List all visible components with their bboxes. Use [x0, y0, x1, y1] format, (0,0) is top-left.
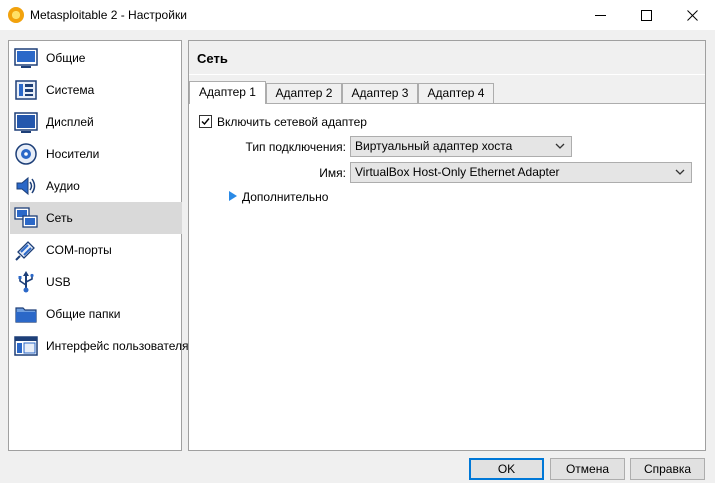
close-icon [686, 9, 698, 21]
adapter-tab-panel: Включить сетевой адаптер Тип подключения… [189, 103, 705, 450]
sidebar-item-label: Сеть [46, 211, 73, 225]
audio-icon [16, 176, 36, 196]
usb-icon [18, 271, 34, 293]
settings-sidebar: Общие Система Дисплей Носители Аудио Сет… [8, 40, 189, 451]
serial-ports-icon [15, 241, 35, 261]
maximize-button[interactable] [623, 0, 669, 30]
attached-to-select[interactable]: Виртуальный адаптер хоста [350, 136, 572, 157]
expand-arrow-icon[interactable] [229, 191, 237, 201]
sidebar-item-label: COM-порты [46, 243, 112, 257]
system-icon [15, 80, 37, 100]
cancel-button[interactable]: Отмена [550, 458, 625, 480]
sidebar-item-general[interactable]: Общие [10, 42, 182, 74]
attached-to-label: Тип подключения: [245, 140, 346, 154]
sidebar-item-label: Система [46, 83, 95, 97]
sidebar-item-shared-folders[interactable]: Общие папки [10, 298, 182, 330]
sidebar-item-label: Носители [46, 147, 100, 161]
sidebar-item-system[interactable]: Система [10, 74, 182, 106]
minimize-icon [594, 14, 606, 16]
settings-page: Сеть Адаптер 1 Адаптер 2 Адаптер 3 Адапт… [188, 40, 706, 451]
sidebar-item-display[interactable]: Дисплей [10, 106, 182, 138]
sidebar-item-label: USB [46, 275, 71, 289]
tab-adapter-2[interactable]: Адаптер 2 [266, 83, 342, 103]
sidebar-item-storage[interactable]: Носители [10, 138, 182, 170]
user-interface-icon [14, 336, 38, 356]
close-button[interactable] [669, 0, 715, 30]
title-bar: Metasploitable 2 - Настройки [0, 0, 715, 30]
help-button[interactable]: Справка [630, 458, 705, 480]
maximize-icon [640, 9, 652, 21]
chevron-down-icon [555, 143, 565, 149]
title-divider [189, 74, 705, 75]
sidebar-item-usb[interactable]: USB [10, 266, 182, 298]
advanced-toggle[interactable]: Дополнительно [242, 190, 328, 204]
tab-adapter-1[interactable]: Адаптер 1 [189, 81, 266, 104]
sidebar-item-label: Дисплей [46, 115, 94, 129]
sidebar-item-network[interactable]: Сеть [10, 202, 182, 234]
page-title: Сеть [197, 51, 228, 66]
tab-adapter-3[interactable]: Адаптер 3 [342, 83, 418, 103]
name-label: Имя: [319, 166, 346, 180]
enable-adapter-label[interactable]: Включить сетевой адаптер [217, 115, 367, 129]
sidebar-item-label: Интерфейс пользователя [46, 339, 189, 353]
virtualbox-icon [8, 7, 24, 23]
attached-to-value: Виртуальный адаптер хоста [355, 139, 513, 153]
checkmark-icon [201, 118, 210, 126]
general-icon [14, 48, 38, 68]
minimize-button[interactable] [577, 0, 623, 30]
sidebar-item-user-interface[interactable]: Интерфейс пользователя [10, 330, 189, 362]
ok-button[interactable]: OK [469, 458, 544, 480]
chevron-down-icon [675, 169, 685, 175]
sidebar-item-label: Аудио [46, 179, 80, 193]
storage-icon [15, 143, 37, 165]
sidebar-item-label: Общие [46, 51, 86, 65]
sidebar-item-label: Общие папки [46, 307, 121, 321]
sidebar-item-serial-ports[interactable]: COM-порты [10, 234, 182, 266]
enable-adapter-checkbox[interactable] [199, 115, 212, 128]
tab-adapter-4[interactable]: Адаптер 4 [418, 83, 494, 103]
window-title: Metasploitable 2 - Настройки [30, 8, 187, 22]
network-icon [14, 207, 38, 228]
sidebar-item-audio[interactable]: Аудио [10, 170, 182, 202]
name-select[interactable]: VirtualBox Host-Only Ethernet Adapter [350, 162, 692, 183]
display-icon [14, 112, 38, 133]
shared-folders-icon [15, 307, 37, 323]
name-value: VirtualBox Host-Only Ethernet Adapter [355, 165, 560, 179]
